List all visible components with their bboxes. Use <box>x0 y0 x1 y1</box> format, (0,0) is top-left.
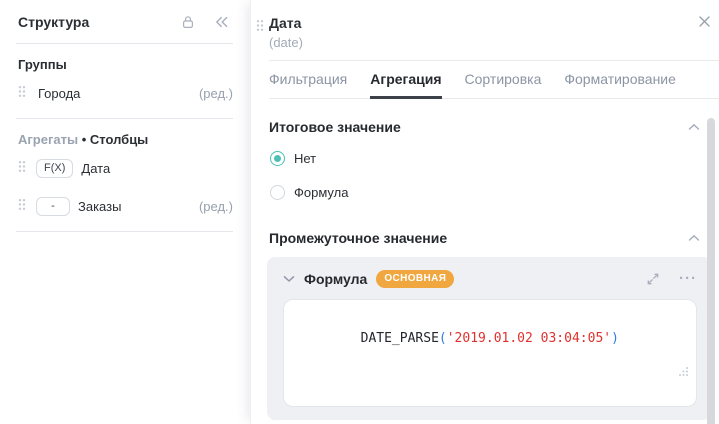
divider <box>16 231 233 232</box>
list-item-label: Города <box>38 86 80 101</box>
formula-card: Формула ОСНОВНАЯ ··· DATE_PARSE('2019.01… <box>267 257 711 420</box>
radio-formula[interactable]: Формула <box>270 185 719 200</box>
edit-link[interactable]: (ред.) <box>199 199 233 214</box>
ellipsis-menu-icon[interactable]: ··· <box>679 274 697 284</box>
formula-code-editor[interactable]: DATE_PARSE('2019.01.02 03:04:05') <box>283 299 697 407</box>
chevron-down-icon[interactable] <box>283 275 295 283</box>
section-title: Итоговое значение <box>269 119 401 135</box>
divider <box>16 118 233 119</box>
drag-handle-icon[interactable] <box>256 19 264 37</box>
close-icon[interactable] <box>698 15 711 28</box>
field-type-badge: F(X) <box>36 159 73 178</box>
intermediate-value-section-header: Промежуточное значение <box>269 230 700 246</box>
sidebar-title: Структура <box>18 14 89 30</box>
resize-grip-icon[interactable] <box>600 348 689 399</box>
expand-icon[interactable] <box>646 272 660 286</box>
edit-link[interactable]: (ред.) <box>199 86 233 101</box>
total-value-section-header: Итоговое значение <box>269 119 700 135</box>
list-item-label: Дата <box>81 161 110 176</box>
drag-handle-icon[interactable] <box>18 85 26 101</box>
code-line: DATE_PARSE('2019.01.02 03:04:05') <box>361 331 619 346</box>
vertical-scrollbar[interactable] <box>707 118 715 424</box>
radio-none[interactable]: Нет <box>270 151 719 166</box>
list-item-goroda[interactable]: Города (ред.) <box>0 76 250 110</box>
total-value-options: Нет Формула <box>270 151 719 200</box>
tab-filtering[interactable]: Фильтрация <box>269 61 347 99</box>
drag-handle-icon[interactable] <box>18 160 26 176</box>
tab-formatting[interactable]: Форматирование <box>564 61 676 99</box>
field-settings-panel: Дата (date) Фильтрация Агрегация Сортиро… <box>250 0 719 424</box>
page-title: Дата <box>269 14 301 32</box>
app-window: Структура Группы Города (ред.) Агрегаты … <box>0 0 719 424</box>
main-badge: ОСНОВНАЯ <box>376 270 454 288</box>
collapse-double-chevron-left-icon[interactable] <box>213 15 230 29</box>
code-function: DATE_PARSE <box>361 331 439 346</box>
drag-handle-icon[interactable] <box>18 198 26 214</box>
formula-card-header: Формула ОСНОВНАЯ ··· <box>283 265 697 293</box>
settings-tabs: Фильтрация Агрегация Сортировка Форматир… <box>269 61 719 99</box>
tab-sorting[interactable]: Сортировка <box>465 61 542 99</box>
aggregates-section-label: Агрегаты • Столбцы <box>18 132 232 147</box>
list-item-zakazy[interactable]: - Заказы (ред.) <box>0 189 250 223</box>
lock-icon[interactable] <box>180 14 196 30</box>
list-item-label: Заказы <box>78 199 121 214</box>
radio-circle-icon[interactable] <box>270 151 285 166</box>
code-string: '2019.01.02 03:04:05' <box>447 331 611 346</box>
section-title: Промежуточное значение <box>269 230 447 246</box>
radio-circle-icon[interactable] <box>270 185 285 200</box>
field-type-subtitle: (date) <box>269 35 719 50</box>
chevron-up-icon[interactable] <box>688 123 700 131</box>
divider <box>16 43 233 44</box>
tab-aggregation[interactable]: Агрегация <box>370 61 441 99</box>
list-item-data[interactable]: F(X) Дата <box>0 151 250 185</box>
groups-section-label: Группы <box>18 57 232 72</box>
field-type-badge: - <box>36 197 70 216</box>
sidebar-header: Структура <box>0 0 250 43</box>
chevron-up-icon[interactable] <box>688 234 700 242</box>
structure-sidebar: Структура Группы Города (ред.) Агрегаты … <box>0 0 250 424</box>
formula-title: Формула <box>304 271 367 287</box>
panel-header: Дата <box>251 0 719 32</box>
